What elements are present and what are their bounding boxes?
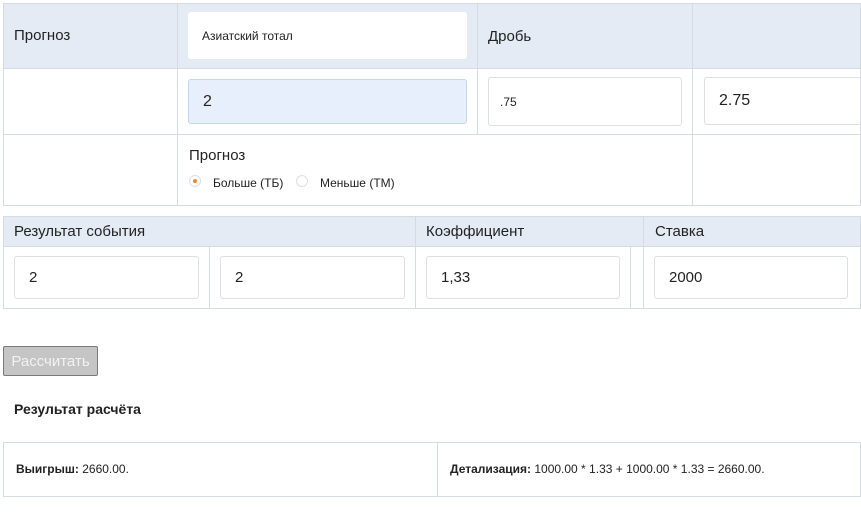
coef-label: Коэффициент [426, 223, 525, 240]
detail-value: 1000.00 * 1.33 + 1000.00 * 1.33 = 2660.0… [534, 462, 765, 476]
radio-under[interactable] [296, 175, 308, 187]
stake-label: Ставка [655, 223, 705, 240]
result-title: Результат расчёта [14, 401, 141, 417]
bet-type-select[interactable]: Азиатский тотал [188, 12, 467, 59]
coef-value: 1,33 [441, 269, 471, 286]
total-whole-input[interactable]: 2 [188, 79, 467, 124]
divider [630, 246, 631, 309]
score-home-value: 2 [29, 269, 38, 286]
bet-type-value: Азиатский тотал [202, 28, 293, 43]
radio-over[interactable] [189, 175, 201, 187]
total-sum-value: 2.75 [719, 92, 751, 109]
win-label: Выигрыш: [16, 462, 79, 476]
forecast-label: Прогноз [189, 147, 246, 164]
radio-under-label: Меньше (ТМ) [320, 176, 395, 190]
detail-label: Детализация: [450, 462, 531, 476]
calculate-button[interactable]: Рассчитать [3, 346, 98, 376]
divider [3, 246, 861, 247]
divider [3, 68, 861, 69]
divider [177, 3, 178, 206]
fraction-label: Дробь [488, 28, 532, 45]
divider [692, 3, 693, 206]
win-cell: Выигрыш: 2660.00. [16, 462, 129, 476]
total-whole-value: 2 [203, 92, 212, 110]
divider [437, 442, 438, 497]
win-value: 2660.00. [82, 462, 129, 476]
coef-input[interactable]: 1,33 [426, 256, 620, 299]
total-sum-field: 2.75 [704, 77, 861, 125]
total-fraction-select[interactable]: .75 [488, 77, 682, 126]
detail-cell: Детализация: 1000.00 * 1.33 + 1000.00 * … [450, 462, 765, 476]
divider [3, 134, 861, 135]
score-away-value: 2 [235, 269, 244, 286]
radio-over-label: Больше (ТБ) [213, 176, 284, 190]
stake-input[interactable]: 2000 [654, 256, 848, 299]
divider [643, 216, 644, 309]
stake-value: 2000 [669, 269, 703, 286]
divider [415, 216, 416, 309]
forecast-row-label: Прогноз [14, 27, 71, 44]
divider [477, 3, 478, 134]
total-fraction-value: .75 [500, 94, 517, 109]
score-away-input[interactable]: 2 [220, 256, 405, 299]
result-event-label: Результат события [14, 223, 146, 240]
divider [209, 246, 210, 309]
score-home-input[interactable]: 2 [14, 256, 199, 299]
